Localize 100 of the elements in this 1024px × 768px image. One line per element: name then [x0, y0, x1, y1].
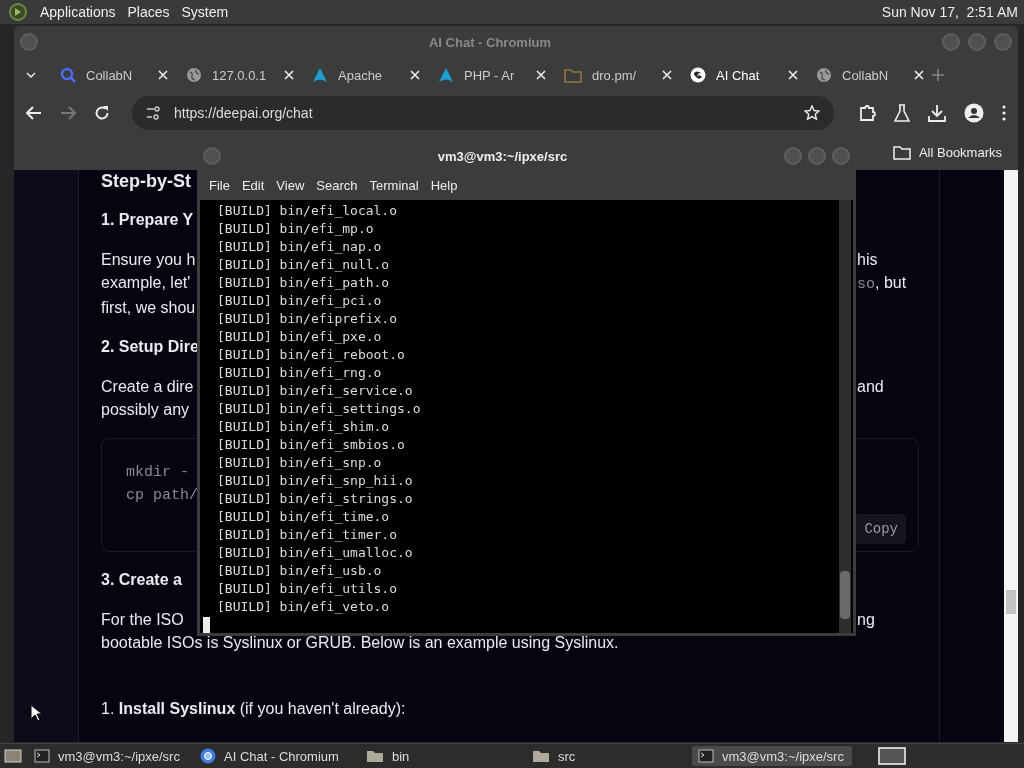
close-icon[interactable]: [914, 70, 924, 80]
search-icon: [60, 67, 76, 83]
new-tab-icon[interactable]: [932, 69, 944, 81]
paragraph-text: bootable ISOs is Syslinux or GRUB. Below is an example using Syslinux.: [101, 633, 620, 653]
paragraph-text: possibly any: [101, 400, 191, 420]
terminal-line: [BUILD] bin/efi_pxe.o: [217, 328, 383, 346]
panel-menu[interactable]: System: [181, 4, 229, 20]
extension-icon[interactable]: [858, 104, 876, 122]
workspace-switcher[interactable]: [878, 747, 906, 765]
paragraph-text: , but: [875, 274, 907, 291]
browser-tab[interactable]: 127.0.0.1: [176, 60, 302, 90]
terminal-line: [BUILD] bin/efi_veto.o: [217, 598, 391, 616]
window-title: AI Chat - Chromium: [427, 34, 553, 50]
terminal-line: [BUILD] bin/efi_local.o: [217, 202, 398, 220]
browser-tab[interactable]: PHP - Ar: [428, 60, 554, 90]
folder-icon: [564, 67, 582, 83]
close-icon[interactable]: [536, 70, 546, 80]
browser-tab[interactable]: dro.pm/: [554, 60, 680, 90]
caret-icon[interactable]: [26, 72, 36, 78]
terminal-line: [BUILD] bin/efiprefix.o: [217, 310, 398, 328]
menu-item[interactable]: Search: [310, 177, 364, 193]
step-heading: 2. Setup Dire: [101, 337, 198, 357]
terminal-line: [BUILD] bin/efi_umalloc.o: [217, 544, 414, 562]
forward-icon[interactable]: [60, 106, 76, 120]
menu-icon[interactable]: [1002, 105, 1006, 121]
terminal-line: [BUILD] bin/efi_pci.o: [217, 292, 383, 310]
back-icon[interactable]: [26, 106, 42, 120]
paragraph-text: example, let': [101, 273, 192, 293]
terminal-line: [BUILD] bin/efi_time.o: [217, 508, 391, 526]
section-title: Step-by-St: [101, 170, 192, 192]
show-desktop-icon[interactable]: [4, 748, 22, 764]
terminal-line: [BUILD] bin/efi_timer.o: [217, 526, 398, 544]
taskbar-item[interactable]: bin: [360, 746, 520, 766]
cursor: [203, 617, 210, 633]
terminal-icon: [34, 749, 50, 763]
folder-icon: [532, 749, 550, 763]
close-icon[interactable]: [158, 70, 168, 80]
close-icon[interactable]: [284, 70, 294, 80]
terminal-line: [BUILD] bin/efi_strings.o: [217, 490, 414, 508]
globe-icon: [186, 67, 202, 83]
browser-tab[interactable]: CollabN: [50, 60, 176, 90]
panel-menu[interactable]: Applications: [40, 4, 116, 20]
paragraph-text: Ensure you h: [101, 250, 197, 270]
terminal-line: [BUILD] bin/efi_settings.o: [217, 400, 422, 418]
download-icon[interactable]: [928, 104, 946, 122]
close-icon[interactable]: [662, 70, 672, 80]
close-icon[interactable]: [410, 70, 420, 80]
taskbar-item[interactable]: vm3@vm3:~/ipxe/src: [28, 746, 188, 766]
taskbar-item[interactable]: AI Chat - Chromium: [194, 746, 354, 766]
browser-tab[interactable]: CollabN: [806, 60, 932, 90]
code-line: cp path/: [126, 486, 198, 506]
terminal-line: [BUILD] bin/efi_utils.o: [217, 580, 398, 598]
paragraph-text: Create a dire: [101, 377, 195, 397]
terminal-line: [BUILD] bin/efi_shim.o: [217, 418, 391, 436]
profile-icon[interactable]: [964, 103, 984, 123]
step-heading: 3. Create a: [101, 570, 183, 590]
scrollbar[interactable]: [839, 200, 851, 633]
bookmarks-folder[interactable]: All Bookmarks: [892, 144, 1002, 160]
scrollbar[interactable]: [1004, 170, 1018, 742]
list-item: 1. Install Syslinux (if you haven't already):: [101, 699, 407, 719]
globe-icon: [816, 67, 832, 83]
terminal-line: [BUILD] bin/efi_mp.o: [217, 220, 375, 238]
terminal-line: [BUILD] bin/efi_snp.o: [217, 454, 383, 472]
address-bar[interactable]: https://deepai.org/chat: [132, 96, 834, 130]
swirl-icon: [690, 67, 706, 83]
menu-item[interactable]: Help: [424, 177, 464, 193]
close-icon[interactable]: [788, 70, 798, 80]
reload-icon[interactable]: [94, 105, 110, 121]
code-line: mkdir -: [126, 463, 189, 483]
star-icon[interactable]: [804, 105, 820, 121]
panel-menu[interactable]: Places: [127, 4, 170, 20]
distro-logo-icon[interactable]: [8, 2, 28, 22]
terminal-icon: [698, 749, 714, 763]
inline-code: so: [857, 276, 875, 293]
terminal-line: [BUILD] bin/efi_path.o: [217, 274, 391, 292]
site-settings-icon[interactable]: [146, 106, 160, 120]
window-title: vm3@vm3:~/ipxe/src: [436, 148, 569, 164]
step-heading: 1. Prepare Y: [101, 210, 195, 230]
menu-item[interactable]: Edit: [235, 177, 271, 193]
terminal-line: [BUILD] bin/efi_reboot.o: [217, 346, 406, 364]
clock[interactable]: Sun Nov 17, 2:51 AM: [881, 4, 1018, 20]
folder-icon: [892, 144, 911, 160]
browser-tab[interactable]: Apache: [302, 60, 428, 90]
mouse-pointer-icon: [30, 704, 42, 722]
terminal-line: [BUILD] bin/efi_service.o: [217, 382, 414, 400]
peak-icon: [312, 67, 328, 83]
menu-item[interactable]: Terminal: [363, 177, 425, 193]
taskbar-item[interactable]: src: [526, 746, 686, 766]
copy-button[interactable]: Copy: [854, 514, 906, 544]
terminal-line: [BUILD] bin/efi_rng.o: [217, 364, 383, 382]
paragraph-text: and: [857, 378, 884, 395]
menu-item[interactable]: File: [203, 177, 236, 193]
peak-icon: [438, 67, 454, 83]
menu-item[interactable]: View: [270, 177, 311, 193]
paragraph-text: For the ISO: [101, 610, 185, 630]
taskbar-item[interactable]: vm3@vm3:~/ipxe/src: [692, 746, 852, 766]
terminal-line: [BUILD] bin/efi_snp_hii.o: [217, 472, 414, 490]
folder-icon: [366, 749, 384, 763]
flask-icon[interactable]: [894, 104, 910, 122]
browser-icon: [200, 748, 216, 764]
